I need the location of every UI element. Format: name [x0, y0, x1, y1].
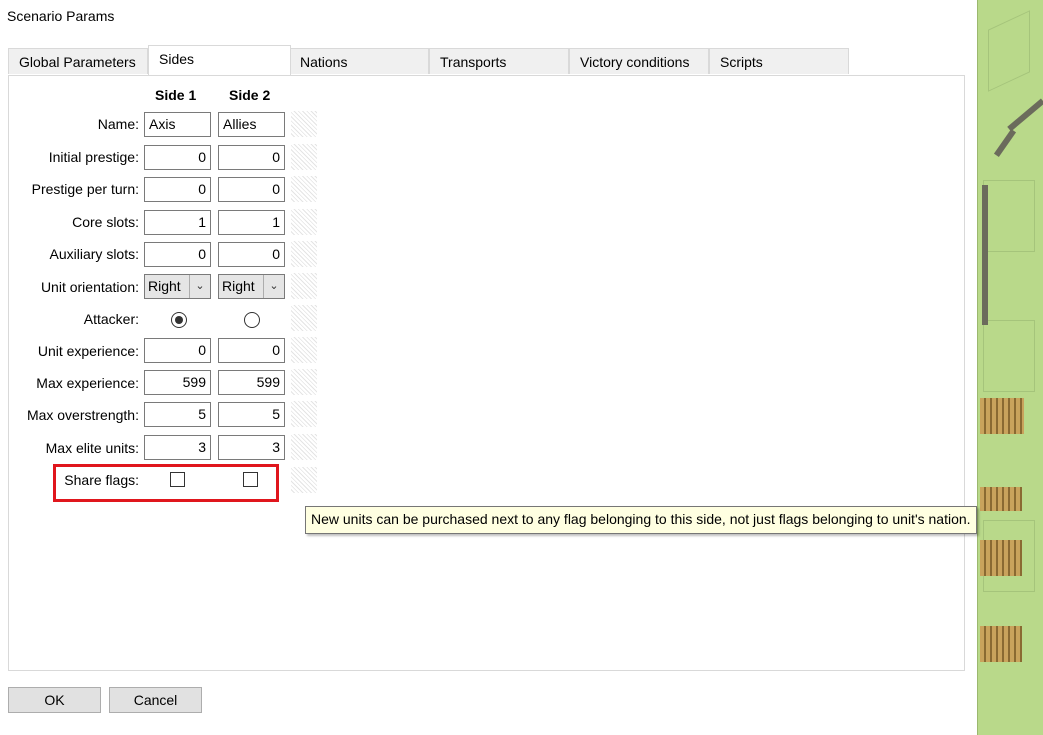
map-wheat-field	[980, 540, 1022, 576]
core-slots-label: Core slots:	[72, 214, 139, 230]
map-wheat-field	[980, 626, 1022, 662]
side1-unit-experience-input[interactable]: 0	[144, 338, 211, 363]
side2-attacker-radio[interactable]	[244, 312, 260, 328]
share-flags-highlight-box	[53, 464, 279, 502]
chevron-down-icon[interactable]: ⌄	[263, 275, 284, 298]
side1-name-input[interactable]: Axis	[144, 112, 211, 137]
map-road	[993, 128, 1017, 158]
side2-prestige-per-turn-input[interactable]: 0	[218, 177, 285, 202]
map-road	[982, 185, 988, 325]
attacker-label: Attacker:	[83, 311, 139, 327]
row-grip-icon	[291, 467, 317, 493]
unit-experience-label: Unit experience:	[37, 343, 139, 359]
row-grip-icon	[291, 111, 317, 137]
column-header-side2: Side 2	[229, 87, 271, 103]
side2-auxiliary-slots-input[interactable]: 0	[218, 242, 285, 267]
row-grip-icon	[291, 273, 317, 299]
side2-unit-orientation-value: Right	[222, 278, 255, 294]
max-overstrength-label: Max overstrength:	[26, 407, 139, 423]
unit-orientation-label: Unit orientation:	[40, 279, 139, 295]
side2-max-experience-input[interactable]: 599	[218, 370, 285, 395]
side2-unit-orientation-select[interactable]: Right ⌄	[218, 274, 285, 299]
tab-transports[interactable]: Transports	[429, 48, 569, 74]
tab-global-parameters[interactable]: Global Parameters	[8, 48, 148, 74]
side1-unit-orientation-select[interactable]: Right ⌄	[144, 274, 211, 299]
row-grip-icon	[291, 434, 317, 460]
max-elite-units-label: Max elite units:	[45, 440, 139, 456]
auxiliary-slots-label: Auxiliary slots:	[49, 246, 139, 262]
side1-core-slots-input[interactable]: 1	[144, 210, 211, 235]
window-title: Scenario Params	[7, 8, 115, 24]
map-road	[1007, 98, 1043, 132]
map-wheat-field	[980, 487, 1022, 511]
scenario-params-dialog: Scenario Params Global Parameters Sides …	[0, 0, 977, 735]
name-label: Name:	[97, 116, 139, 132]
map-hex-outline	[988, 10, 1030, 92]
side2-unit-experience-input[interactable]: 0	[218, 338, 285, 363]
side2-core-slots-input[interactable]: 1	[218, 210, 285, 235]
side1-max-experience-input[interactable]: 599	[144, 370, 211, 395]
side2-max-elite-units-input[interactable]: 3	[218, 435, 285, 460]
side2-name-input[interactable]: Allies	[218, 112, 285, 137]
cancel-button[interactable]: Cancel	[109, 687, 202, 713]
row-grip-icon	[291, 144, 317, 170]
share-flags-tooltip: New units can be purchased next to any f…	[305, 506, 977, 534]
row-grip-icon	[291, 176, 317, 202]
row-grip-icon	[291, 241, 317, 267]
tab-scripts[interactable]: Scripts	[709, 48, 849, 74]
side1-max-elite-units-input[interactable]: 3	[144, 435, 211, 460]
row-grip-icon	[291, 209, 317, 235]
column-header-side1: Side 1	[155, 87, 197, 103]
map-background	[977, 0, 1043, 735]
side1-attacker-radio[interactable]	[171, 312, 187, 328]
radio-selected-dot	[175, 316, 183, 324]
row-grip-icon	[291, 305, 317, 331]
side2-max-overstrength-input[interactable]: 5	[218, 402, 285, 427]
side1-auxiliary-slots-input[interactable]: 0	[144, 242, 211, 267]
side1-prestige-per-turn-input[interactable]: 0	[144, 177, 211, 202]
tab-victory-conditions[interactable]: Victory conditions	[569, 48, 709, 74]
tab-nations[interactable]: Nations	[289, 48, 429, 74]
side2-initial-prestige-input[interactable]: 0	[218, 145, 285, 170]
chevron-down-icon[interactable]: ⌄	[189, 275, 210, 298]
prestige-per-turn-label: Prestige per turn:	[31, 181, 139, 197]
map-hex-outline	[983, 180, 1035, 252]
initial-prestige-label: Initial prestige:	[48, 149, 139, 165]
side1-unit-orientation-value: Right	[148, 278, 181, 294]
side1-initial-prestige-input[interactable]: 0	[144, 145, 211, 170]
tab-sides[interactable]: Sides	[148, 45, 291, 75]
map-hex-outline	[983, 320, 1035, 392]
row-grip-icon	[291, 369, 317, 395]
max-experience-label: Max experience:	[36, 375, 139, 391]
row-grip-icon	[291, 401, 317, 427]
side1-max-overstrength-input[interactable]: 5	[144, 402, 211, 427]
map-wheat-field	[980, 398, 1024, 434]
row-grip-icon	[291, 337, 317, 363]
ok-button[interactable]: OK	[8, 687, 101, 713]
